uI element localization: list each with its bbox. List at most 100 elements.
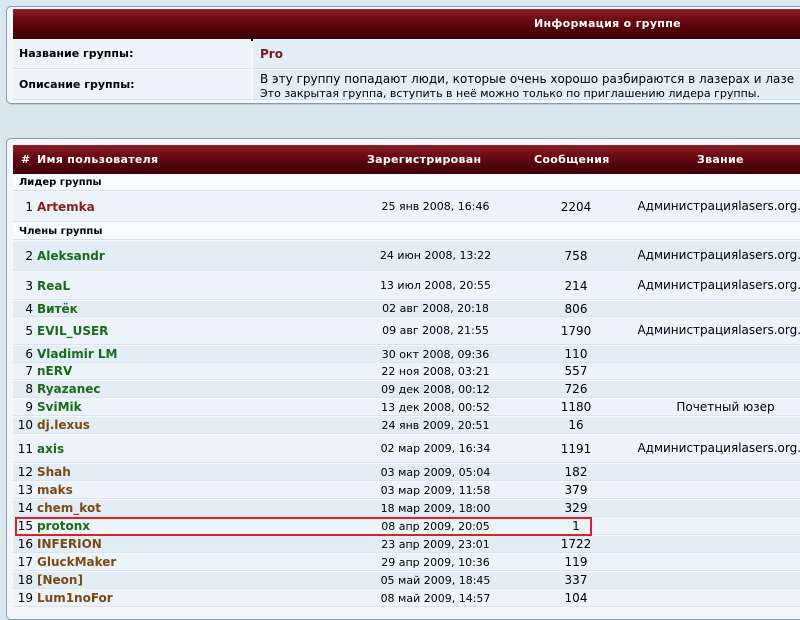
group-description-line-2: Это закрытая группа, вступить в неё можн… [260, 87, 760, 100]
group-info-header: Информация о группе [13, 9, 800, 41]
member-username-link[interactable]: [Neon] [37, 572, 337, 588]
member-username-link[interactable]: EVIL_USER [37, 317, 337, 344]
member-rank [643, 346, 800, 362]
group-description-value: В эту группу попадают люди, которые очен… [253, 70, 800, 100]
member-username-link[interactable]: nERV [37, 363, 337, 379]
row-number: 12 [17, 465, 33, 479]
member-rank [643, 417, 800, 433]
post-count: 110 [564, 347, 588, 361]
leader-row: 1 Artemka 25 янв 2008, 16:46 2204 Администра… [13, 192, 800, 222]
member-username-link[interactable]: protonx [37, 518, 337, 534]
rank-line-2: lasers.org.ru [738, 323, 800, 337]
member-username-link[interactable]: GluckMaker [37, 554, 337, 570]
member-row-12: 12 Shah 03 мар 2009, 05:04 182 [13, 464, 800, 481]
member-rank [643, 500, 800, 516]
member-rank: Администрацияlasers.org.ru [637, 241, 800, 270]
member-username-link[interactable]: INFERION [37, 536, 337, 552]
col-header-number: # [21, 153, 31, 166]
row-number: 14 [17, 501, 33, 515]
row-number: 13 [17, 483, 33, 497]
rank-line-2: lasers.org.ru [738, 278, 800, 292]
member-row-13: 13 maks 03 мар 2009, 11:58 379 [13, 482, 800, 499]
post-count: 119 [564, 555, 588, 569]
row-number: 19 [17, 591, 33, 605]
registration-date: 02 мар 2009, 16:34 [380, 442, 491, 455]
row-number: 9 [25, 400, 33, 414]
member-row-5: 5 EVIL_USER 09 авг 2008, 21:55 1790 Админист… [13, 317, 800, 345]
rank-line-1: Администрация [637, 199, 739, 213]
registration-date: 13 июл 2008, 20:55 [379, 279, 492, 292]
registration-date: 22 ноя 2008, 03:21 [381, 364, 490, 378]
member-row-6: 6 Vladimir LM 30 окт 2008, 09:36 110 [13, 346, 800, 363]
member-username-link[interactable]: Витёк [37, 301, 337, 316]
post-count: 337 [564, 573, 588, 587]
member-username-link[interactable]: ReaL [37, 272, 337, 299]
member-row-7: 7 nERV 22 ноя 2008, 03:21 557 [13, 363, 800, 380]
row-number: 5 [25, 323, 33, 338]
col-header-posts[interactable]: Сообщения [534, 145, 610, 175]
col-header-registered[interactable]: Зарегистрирован [367, 145, 481, 175]
member-username-link[interactable]: SviMik [37, 399, 337, 415]
member-row-4: 4 Витёк 02 авг 2008, 20:18 806 [13, 301, 800, 317]
row-number: 3 [25, 278, 33, 293]
post-count: 806 [564, 301, 588, 316]
member-row-8: 8 Ryazanec 09 дек 2008, 00:12 726 [13, 381, 800, 398]
row-number: 6 [25, 347, 33, 361]
post-count: 104 [564, 591, 588, 605]
post-count: 557 [564, 364, 588, 378]
registration-date: 05 май 2009, 18:45 [380, 573, 491, 587]
post-count: 329 [564, 501, 588, 515]
member-rank [643, 363, 800, 379]
member-row-3: 3 ReaL 13 июл 2008, 20:55 214 Администрация l… [13, 272, 800, 300]
group-description-row: Описание группы: В эту группу попадают л… [13, 70, 800, 100]
member-row-14: 14 chem_kot 18 мар 2009, 18:00 329 [13, 500, 800, 517]
post-count: 726 [564, 382, 588, 396]
member-rank: Администрацияlasers.org.ru [637, 272, 800, 299]
member-rank [643, 464, 800, 480]
member-username-link[interactable]: Lum1noFor [37, 590, 337, 606]
registration-date: 09 авг 2008, 21:55 [382, 324, 489, 337]
member-row-2: 2 Aleksandr 24 июн 2008, 13:22 758 Администр… [13, 241, 800, 271]
section-members: Члены группы [13, 223, 800, 240]
rank-line-2: lasers.org.ru [738, 199, 800, 213]
member-username-link[interactable]: dj.lexus [37, 417, 337, 433]
group-name-label: Название группы: [13, 39, 251, 69]
member-username-link[interactable]: Artemka [37, 192, 337, 221]
row-number: 8 [25, 382, 33, 396]
group-members-panel: # Имя пользователя Зарегистрирован Сообщ… [6, 138, 800, 620]
member-username-link[interactable]: maks [37, 482, 337, 498]
registration-date: 24 янв 2009, 20:51 [381, 418, 490, 432]
registration-date: 13 дек 2008, 00:52 [381, 400, 490, 414]
member-row-9: 9 SviMik 13 дек 2008, 00:52 1180 Почетный юз… [13, 399, 800, 416]
member-rank: Администрацияlasers.org.ru [637, 192, 800, 221]
member-username-link[interactable]: Vladimir LM [37, 346, 337, 362]
group-info-panel: Информация о группе Название группы: Pro… [6, 6, 800, 104]
member-username-link[interactable]: Ryazanec [37, 381, 337, 397]
registration-date: 25 янв 2008, 16:46 [381, 200, 490, 213]
rank-line-1: Администрация [637, 323, 739, 337]
member-row-16: 16 INFERION 23 апр 2009, 23:01 1722 [13, 536, 800, 553]
row-number: 18 [17, 573, 33, 587]
member-username-link[interactable]: Aleksandr [37, 241, 337, 270]
member-username-link[interactable]: axis [37, 435, 337, 462]
post-count: 1722 [560, 537, 592, 551]
registration-date: 08 май 2009, 14:57 [380, 591, 491, 605]
member-username-link[interactable]: chem_kot [37, 500, 337, 516]
registration-date: 29 апр 2009, 10:36 [381, 555, 490, 569]
member-username-link[interactable]: Shah [37, 464, 337, 480]
member-rank [643, 536, 800, 552]
rank-line-2: lasers.org.ru [738, 441, 800, 455]
member-rank: Администрацияlasers.org.ru [637, 435, 800, 462]
post-count: 16 [568, 418, 584, 432]
group-description-label: Описание группы: [13, 70, 251, 100]
row-number: 10 [17, 418, 33, 432]
rank-line-1: Администрация [637, 248, 739, 262]
row-number: 7 [25, 364, 33, 378]
member-rank: Администрацияlasers.org.ru [637, 317, 800, 344]
member-row-17: 17 GluckMaker 29 апр 2009, 10:36 119 [13, 554, 800, 571]
group-name-value: Pro [260, 47, 283, 61]
section-leader: Лидер группы [13, 174, 800, 191]
col-header-username[interactable]: Имя пользователя [37, 145, 158, 175]
registration-date: 03 мар 2009, 11:58 [380, 483, 491, 497]
rank-line-1: Администрация [637, 278, 739, 292]
